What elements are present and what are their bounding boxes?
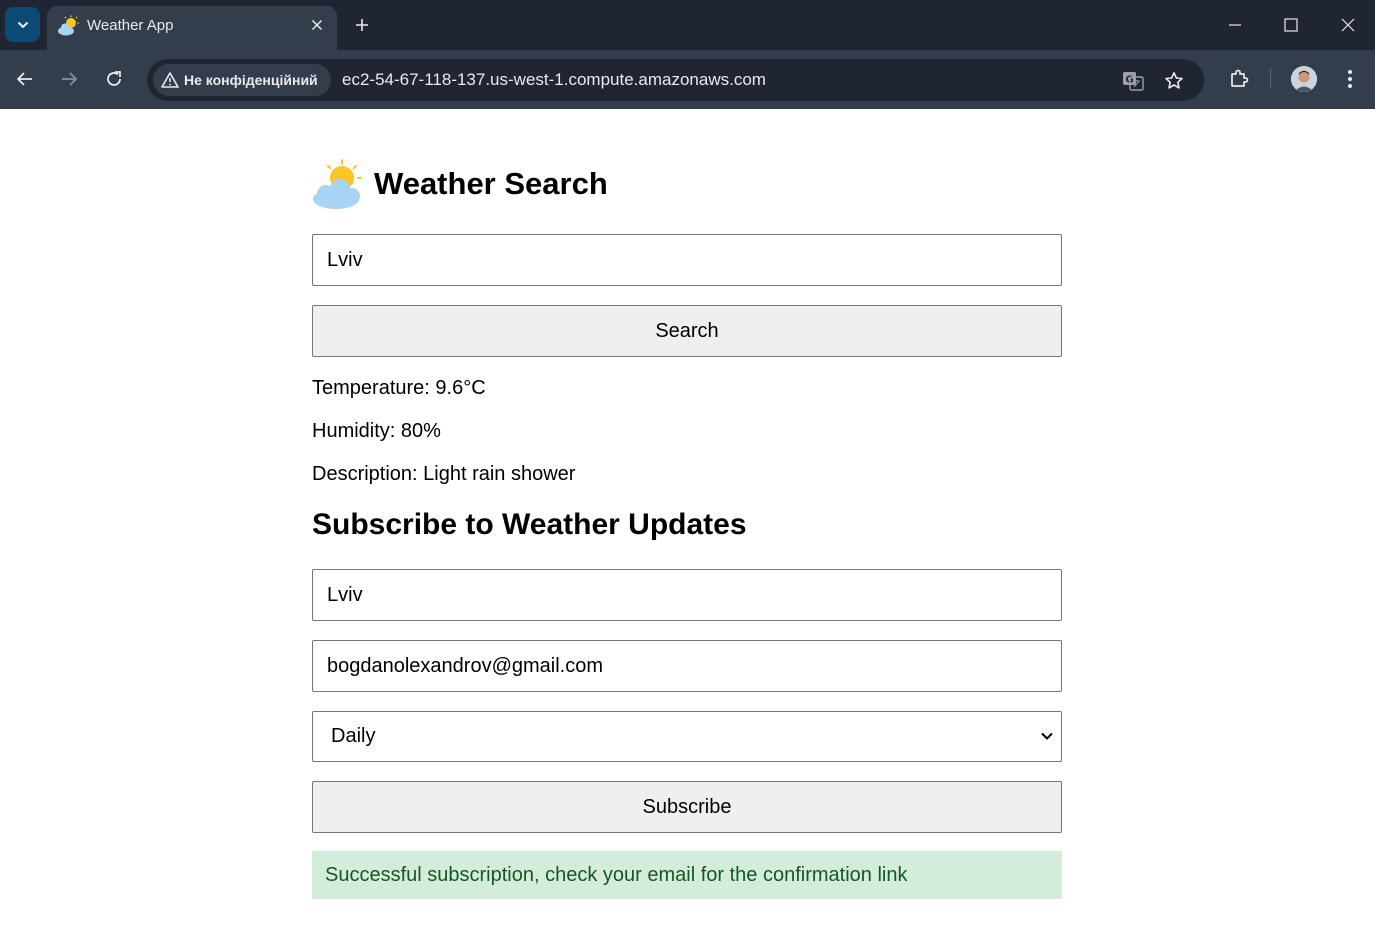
reload-icon (107, 71, 121, 86)
frequency-selected-value: Daily (331, 725, 376, 747)
sun-behind-cloud-icon (58, 15, 79, 36)
email-field[interactable]: bogdanolexandrov@gmail.com (312, 640, 1062, 692)
security-label: Не конфіденційний (184, 72, 318, 88)
translate-icon: G (1123, 72, 1144, 91)
url-text: ec2-54-67-118-137.us-west-1.compute.amaz… (342, 70, 766, 89)
toolbar-divider (1270, 69, 1271, 89)
minimize-icon (1229, 24, 1241, 26)
humidity-text: Humidity: 80% (312, 420, 441, 442)
new-tab-button[interactable] (350, 13, 374, 37)
puzzle-icon (1231, 69, 1249, 87)
security-chip[interactable]: Не конфіденційний (153, 64, 331, 96)
forward-button[interactable] (54, 64, 84, 94)
arrow-right-icon (62, 72, 77, 86)
maximize-button[interactable] (1276, 10, 1306, 40)
plus-icon (356, 19, 368, 31)
browser-toolbar: Не конфіденційний ec2-54-67-118-137.us-w… (0, 50, 1375, 109)
tab-close-button[interactable] (307, 15, 327, 35)
close-icon (311, 19, 323, 31)
description-text: Description: Light rain shower (312, 463, 576, 485)
browser-titlebar: Weather App (0, 0, 1375, 50)
minimize-button[interactable] (1220, 10, 1250, 40)
close-window-button[interactable] (1333, 10, 1363, 40)
browser-menu-button[interactable] (1335, 64, 1365, 94)
subscribe-button[interactable]: Subscribe (312, 781, 1062, 833)
chevron-down-icon (17, 21, 28, 28)
profile-avatar[interactable] (1291, 66, 1317, 92)
warning-icon (161, 72, 179, 88)
extensions-button[interactable] (1224, 64, 1254, 94)
tab-search-button[interactable] (5, 7, 40, 42)
page-title: Weather Search (374, 166, 608, 201)
back-button[interactable] (10, 64, 40, 94)
profile-icon (1291, 66, 1317, 92)
arrow-left-icon (17, 72, 32, 86)
subscribe-city-input[interactable]: Lviv (312, 569, 1062, 621)
success-alert: Successful subscription, check your emai… (312, 851, 1062, 899)
more-vert-icon (1348, 70, 1352, 88)
city-search-input[interactable]: Lviv (312, 234, 1062, 286)
translate-button[interactable]: G (1120, 68, 1146, 94)
frequency-select[interactable]: Daily (312, 711, 1062, 762)
tab-title: Weather App (87, 17, 174, 34)
subscribe-heading: Subscribe to Weather Updates (312, 508, 747, 541)
close-icon (1341, 18, 1355, 32)
browser-tab[interactable]: Weather App (47, 6, 337, 50)
bookmark-button[interactable] (1161, 68, 1187, 94)
weather-search-heading: Weather Search (312, 159, 608, 209)
address-bar[interactable]: Не конфіденційний ec2-54-67-118-137.us-w… (147, 59, 1204, 101)
search-button[interactable]: Search (312, 305, 1062, 357)
sun-behind-cloud-icon (313, 159, 362, 209)
chevron-down-icon (1041, 732, 1053, 740)
temperature-text: Temperature: 9.6°C (312, 377, 486, 399)
star-icon (1165, 72, 1183, 89)
reload-button[interactable] (99, 64, 129, 94)
maximize-icon (1284, 18, 1298, 32)
